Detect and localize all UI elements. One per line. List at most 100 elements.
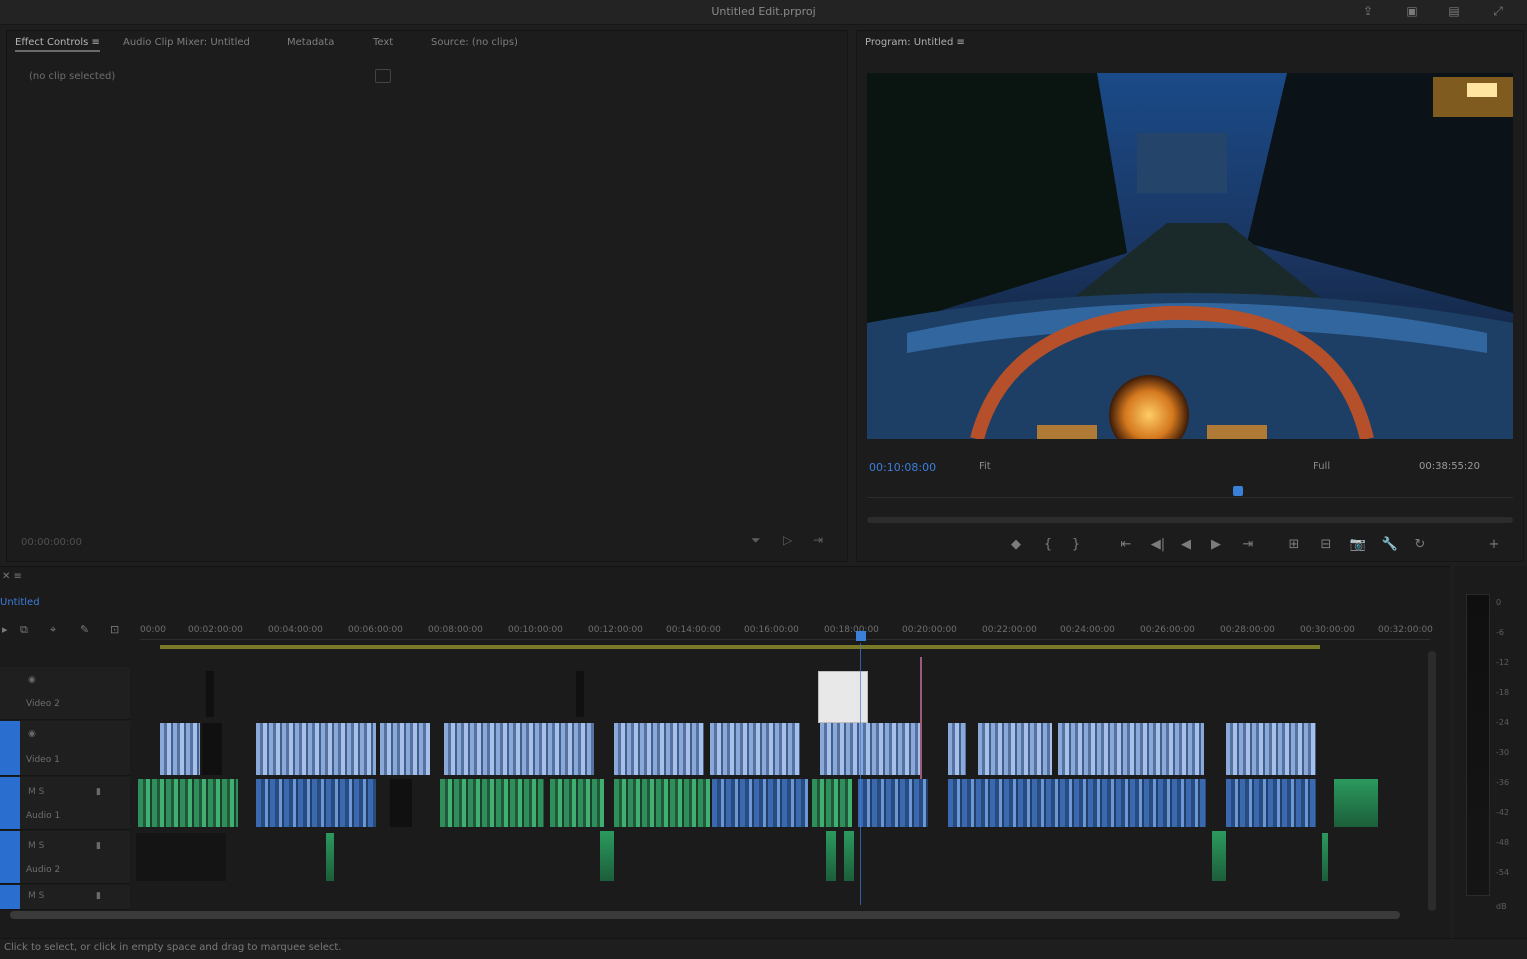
timeline-clip[interactable] (256, 723, 376, 775)
timeline-clip[interactable] (948, 723, 966, 775)
timeline-clip[interactable] (444, 723, 594, 775)
marker-tool-icon[interactable]: ⊡ (110, 623, 119, 636)
audio-clip[interactable] (326, 833, 334, 881)
track-header-video-1: ◉ Video 1 (0, 721, 130, 776)
add-marker-button[interactable]: ◆ (1007, 537, 1025, 552)
audio-clip[interactable] (136, 833, 226, 881)
play-button[interactable]: ▶ (1207, 537, 1225, 552)
mute-icon[interactable]: M S (28, 841, 44, 851)
audio-clip[interactable] (844, 831, 854, 881)
app-title: Untitled Edit.prproj (711, 5, 816, 18)
timeline-ruler[interactable]: 00:00 00:02:00:00 00:04:00:00 00:06:00:0… (140, 621, 1433, 640)
mute-icon[interactable]: M S (28, 891, 44, 901)
tab-audio-clip-mixer[interactable]: Audio Clip Mixer: Untitled (123, 37, 250, 48)
mic-icon[interactable]: ▮ (96, 787, 101, 797)
timeline-clip[interactable] (820, 723, 920, 775)
panel-icon[interactable]: ▤ (1446, 4, 1462, 18)
export-frame-button[interactable]: 📷 (1349, 537, 1367, 552)
audio-clip[interactable] (826, 831, 836, 881)
work-area-bar[interactable] (160, 645, 1320, 649)
tab-program[interactable]: Program: Untitled ≡ (865, 37, 965, 48)
share-icon[interactable]: ⇪ (1360, 4, 1376, 18)
timeline-clip[interactable] (576, 671, 584, 717)
timeline-playhead[interactable] (856, 631, 866, 641)
audio-clip[interactable] (812, 779, 852, 827)
timeline-clip[interactable] (206, 671, 214, 717)
mark-in-button[interactable]: { (1039, 537, 1057, 552)
button-editor-icon[interactable]: + (1485, 537, 1503, 552)
ruler-label: 00:14:00:00 (666, 625, 721, 635)
step-back-button[interactable]: ◀| (1149, 537, 1167, 552)
mic-icon[interactable]: ▮ (96, 891, 101, 901)
audio-clip[interactable] (858, 779, 928, 827)
go-to-out-button[interactable]: ⇥ (1239, 537, 1257, 552)
timeline-clip[interactable] (380, 723, 430, 775)
monitor-playhead[interactable] (1233, 486, 1243, 496)
audio-clip[interactable] (1322, 833, 1328, 881)
timeline-clip[interactable] (202, 723, 222, 775)
selection-tool-icon[interactable]: ▸ (2, 623, 8, 636)
audio-clip[interactable] (614, 779, 710, 827)
tab-metadata[interactable]: Metadata (287, 37, 334, 48)
filter-icon[interactable]: ⏷ (751, 533, 761, 548)
audio-clip[interactable] (712, 779, 808, 827)
mic-icon[interactable]: ▮ (96, 841, 101, 851)
audio-clip[interactable] (550, 779, 604, 827)
export-icon[interactable]: ⇥ (813, 533, 823, 547)
linked-selection-icon[interactable]: ✎ (80, 623, 89, 636)
overwrite-button[interactable]: ⊟ (1317, 537, 1335, 552)
video-preview[interactable] (867, 73, 1513, 439)
tab-effect-controls[interactable]: Effect Controls ≡ (15, 37, 100, 52)
timeline-clip[interactable] (710, 723, 800, 775)
audio-clip[interactable] (138, 779, 238, 827)
audio-clip[interactable] (1226, 779, 1316, 827)
mark-out-button[interactable]: } (1067, 537, 1085, 552)
close-sequence-icon[interactable]: ✕ ≡ (2, 571, 22, 582)
playhead-timecode[interactable]: 00:10:08:00 (869, 461, 936, 474)
audio-clip[interactable] (600, 831, 614, 881)
settings-icon[interactable]: 🔧 (1381, 537, 1399, 552)
tab-sequence[interactable]: Untitled (0, 597, 40, 608)
status-text: Click to select, or click in empty space… (4, 942, 342, 953)
workspace-icon[interactable]: ▣ (1404, 4, 1420, 18)
horizontal-scrollbar-thumb[interactable] (10, 911, 1400, 919)
fullscreen-icon[interactable]: ⤢ (1490, 4, 1506, 18)
meter-tick: 0 (1496, 598, 1502, 607)
track-target-v1[interactable] (0, 721, 20, 775)
audio-clip[interactable] (948, 779, 1206, 827)
play-audio-icon[interactable]: ▷ (783, 533, 792, 547)
ruler-label: 00:22:00:00 (982, 625, 1037, 635)
audio-clip[interactable] (390, 779, 412, 827)
audio-clip[interactable] (440, 779, 544, 827)
insert-button[interactable]: ⊞ (1285, 537, 1303, 552)
audio-clip[interactable] (256, 779, 376, 827)
track-name: Audio 1 (26, 811, 61, 821)
zoom-select[interactable]: Fit (979, 461, 991, 472)
mute-icon[interactable]: M S (28, 787, 44, 797)
eye-icon[interactable]: ◉ (28, 729, 36, 739)
timeline-clip[interactable] (1226, 723, 1316, 775)
nest-icon[interactable]: ⧉ (20, 623, 28, 637)
timeline-clip[interactable] (160, 723, 200, 775)
timeline-clip[interactable] (1058, 723, 1204, 775)
clip-icon[interactable] (375, 69, 391, 83)
go-to-in-button[interactable]: ⇤ (1117, 537, 1135, 552)
audio-clip[interactable] (1212, 831, 1226, 881)
play-reverse-button[interactable]: ◀ (1177, 537, 1195, 552)
timeline-clip[interactable] (978, 723, 1052, 775)
snap-icon[interactable]: ⌖ (50, 623, 56, 637)
track-header-audio-1: M S ▮ Audio 1 (0, 777, 130, 830)
vertical-scrollbar[interactable] (1428, 651, 1436, 911)
timeline-clip[interactable] (614, 723, 704, 775)
loop-button[interactable]: ↻ (1411, 537, 1429, 552)
track-target-a3[interactable] (0, 885, 20, 909)
tab-source[interactable]: Source: (no clips) (431, 37, 518, 48)
monitor-ruler[interactable] (867, 483, 1513, 498)
tab-text[interactable]: Text (373, 37, 393, 48)
eye-icon[interactable]: ◉ (28, 675, 36, 685)
scrub-bar[interactable] (867, 517, 1513, 523)
resolution-select[interactable]: Full (1313, 461, 1330, 472)
audio-clip[interactable] (1334, 779, 1378, 827)
track-target-a2[interactable] (0, 831, 20, 883)
track-target-a1[interactable] (0, 777, 20, 829)
